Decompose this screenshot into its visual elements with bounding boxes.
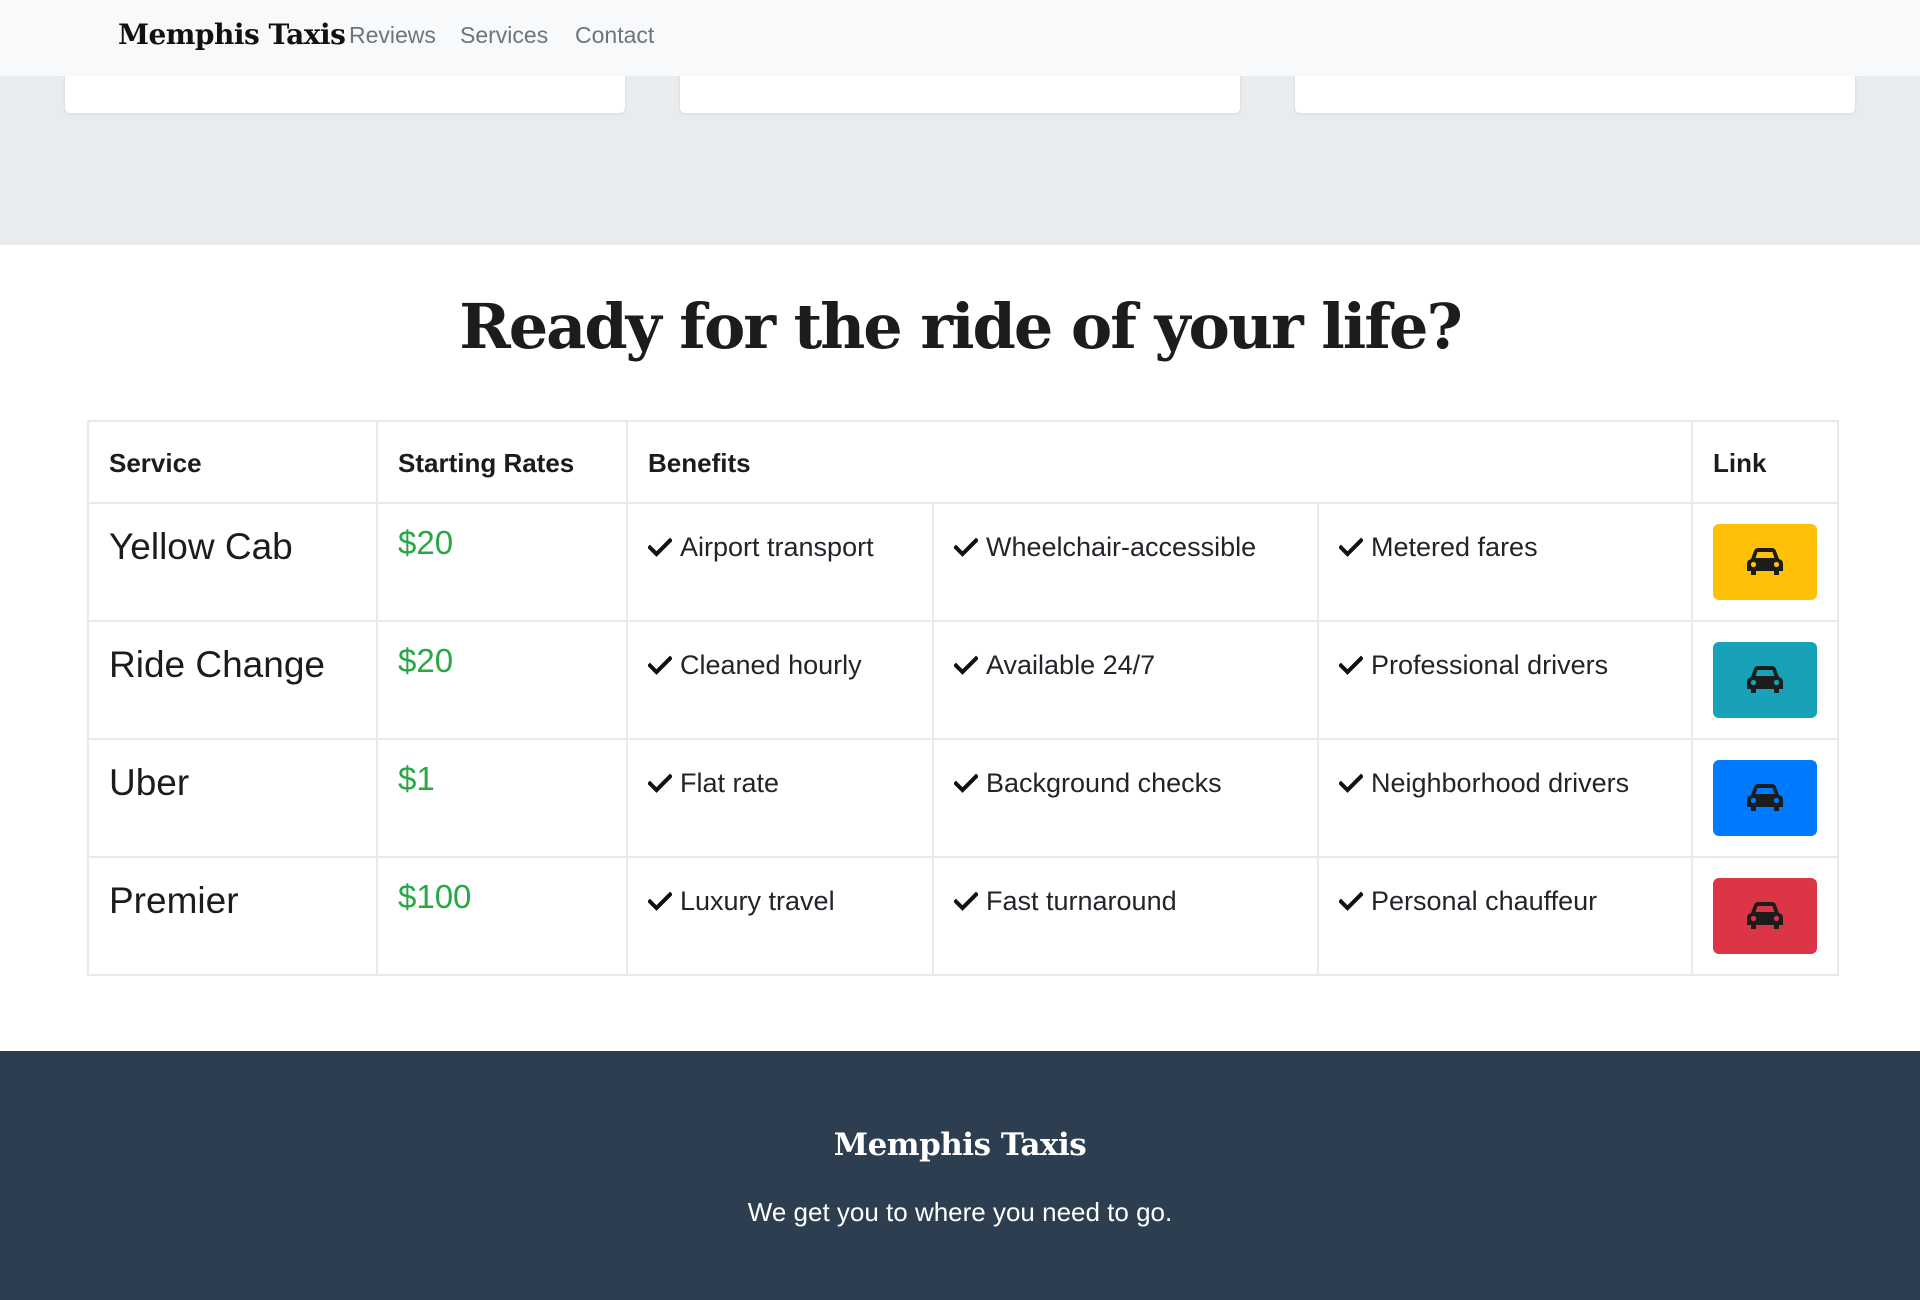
benefit-item: Cleaned hourly (648, 642, 912, 681)
link-cell (1691, 856, 1840, 976)
benefit-cell: Airport transport (626, 502, 934, 622)
nav-link-services[interactable]: Services (460, 22, 548, 49)
rate-cell: $100 (376, 856, 628, 976)
check-icon (1339, 537, 1363, 557)
benefit-label: Cleaned hourly (680, 650, 862, 680)
table-row: Premier $100 Luxury travel Fast turnaround P… (87, 856, 1840, 976)
service-cell: Premier (87, 856, 378, 976)
car-icon (1747, 902, 1784, 929)
benefit-cell: Personal chauffeur (1316, 856, 1694, 976)
benefit-label: Luxury travel (680, 886, 835, 916)
link-cell (1691, 620, 1840, 740)
services-table: Service Starting Rates Benefits Link Yel… (87, 420, 1840, 976)
car-icon (1747, 784, 1784, 811)
benefit-label: Metered fares (1371, 532, 1538, 562)
benefit-label: Background checks (986, 768, 1222, 798)
benefit-cell: Available 24/7 (932, 620, 1319, 740)
review-card (64, 76, 626, 114)
rate-cell: $20 (376, 620, 628, 740)
benefit-item: Available 24/7 (954, 642, 1297, 681)
benefit-label: Available 24/7 (986, 650, 1156, 680)
starting-rate: $1 (398, 760, 435, 797)
benefit-item: Airport transport (648, 524, 912, 563)
table-row: Uber $1 Flat rate Background checks Neighbor… (87, 738, 1840, 858)
benefit-label: Flat rate (680, 768, 780, 798)
book-ride-button[interactable] (1713, 760, 1818, 836)
rate-cell: $1 (376, 738, 628, 858)
footer-brand: Memphis Taxis (833, 1127, 1087, 1163)
nav-link-contact[interactable]: Contact (575, 22, 654, 49)
benefit-item: Flat rate (648, 760, 912, 799)
check-icon (1339, 655, 1363, 675)
service-name: Yellow Cab (109, 526, 293, 567)
benefit-item: Background checks (954, 760, 1297, 799)
benefit-label: Fast turnaround (986, 886, 1177, 916)
benefit-item: Wheelchair-accessible (954, 524, 1297, 563)
car-icon (1747, 548, 1784, 575)
check-icon (954, 891, 978, 911)
link-cell (1691, 738, 1840, 858)
benefit-label: Neighborhood drivers (1371, 768, 1630, 798)
brand-logo[interactable]: Memphis Taxis (118, 18, 346, 51)
column-header-benefits: Benefits (625, 420, 1694, 504)
starting-rate: $20 (398, 524, 454, 561)
check-icon (648, 773, 672, 793)
check-icon (1339, 773, 1363, 793)
book-ride-button[interactable] (1713, 642, 1818, 718)
check-icon (1339, 891, 1363, 911)
check-icon (648, 655, 672, 675)
starting-rate: $100 (398, 878, 472, 915)
benefit-label: Airport transport (680, 532, 874, 562)
service-cell: Ride Change (87, 620, 378, 740)
services-heading: Ready for the ride of your life? (459, 290, 1463, 363)
table-row: Yellow Cab $20 Airport transport Wheelchair… (87, 502, 1840, 622)
benefit-cell: Professional drivers (1316, 620, 1694, 740)
benefit-cell: Wheelchair-accessible (932, 502, 1319, 622)
benefit-label: Wheelchair-accessible (986, 532, 1257, 562)
nav-link-reviews[interactable]: Reviews (349, 22, 436, 49)
benefit-cell: Metered fares (1316, 502, 1694, 622)
column-header-starting-rates: Starting Rates (376, 420, 628, 504)
benefit-cell: Fast turnaround (932, 856, 1319, 976)
starting-rate: $20 (398, 642, 454, 679)
check-icon (648, 891, 672, 911)
car-icon (1747, 666, 1784, 693)
check-icon (954, 773, 978, 793)
footer: Memphis Taxis We get you to where you ne… (0, 1051, 1920, 1300)
service-name: Premier (109, 880, 239, 921)
benefit-label: Personal chauffeur (1371, 886, 1598, 916)
check-icon (954, 655, 978, 675)
column-header-link: Link (1691, 420, 1840, 504)
table-row: Ride Change $20 Cleaned hourly Available 24… (87, 620, 1840, 740)
benefit-item: Neighborhood drivers (1339, 760, 1671, 799)
book-ride-button[interactable] (1713, 524, 1818, 600)
navbar: Memphis Taxis Reviews Services Contact (0, 0, 1920, 76)
table-header-row: Service Starting Rates Benefits Link (87, 420, 1840, 504)
benefit-cell: Flat rate (626, 738, 934, 858)
benefit-item: Fast turnaround (954, 878, 1297, 917)
check-icon (954, 537, 978, 557)
benefit-cell: Background checks (932, 738, 1319, 858)
benefit-item: Metered fares (1339, 524, 1671, 563)
service-cell: Yellow Cab (87, 502, 378, 622)
service-cell: Uber (87, 738, 378, 858)
review-card (1294, 76, 1856, 114)
column-header-service: Service (87, 420, 378, 504)
service-name: Uber (109, 762, 190, 803)
benefit-cell: Neighborhood drivers (1316, 738, 1694, 858)
service-name: Ride Change (109, 644, 325, 685)
link-cell (1691, 502, 1840, 622)
benefit-label: Professional drivers (1371, 650, 1609, 680)
benefit-cell: Cleaned hourly (626, 620, 934, 740)
rate-cell: $20 (376, 502, 628, 622)
benefit-cell: Luxury travel (626, 856, 934, 976)
benefit-item: Personal chauffeur (1339, 878, 1671, 917)
benefit-item: Luxury travel (648, 878, 912, 917)
benefit-item: Professional drivers (1339, 642, 1671, 681)
review-card (679, 76, 1241, 114)
footer-tagline: We get you to where you need to go. (747, 1197, 1173, 1227)
check-icon (648, 537, 672, 557)
book-ride-button[interactable] (1713, 878, 1818, 954)
